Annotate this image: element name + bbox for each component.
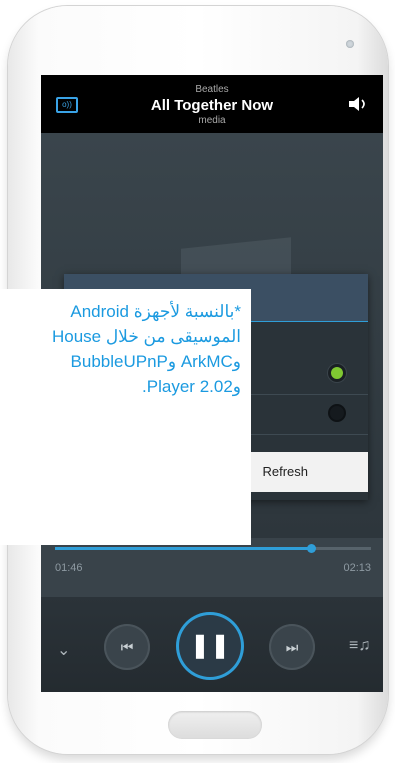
playlist-icon[interactable]: ≡♫ [349, 637, 370, 655]
next-icon: ⏭ [285, 639, 299, 655]
caption-line: الموسيقى من خلال House [51, 327, 241, 346]
previous-button[interactable]: ⏮ [104, 624, 150, 670]
front-camera [346, 40, 354, 48]
caption-overlay: *بالنسبة لأجهزة Android الموسيقى من خلال… [0, 289, 251, 545]
caption-line: وArkMC وBubbleUPnP [70, 352, 241, 371]
device-radio[interactable] [328, 404, 346, 422]
pause-icon: ❚❚ [189, 632, 231, 659]
playback-controls: ⌄ ⏮ ❚❚ ⏭ ≡♫ [41, 597, 383, 692]
elapsed-time: 01:46 [55, 562, 83, 574]
song-title: All Together Now [150, 97, 274, 114]
pause-button[interactable]: ❚❚ [176, 612, 244, 680]
device-radio-selected[interactable] [328, 364, 346, 382]
seek-bar[interactable] [55, 544, 371, 553]
seek-handle[interactable] [306, 544, 316, 553]
caption-line: وPlayer 2.02. [142, 377, 241, 396]
caption-text: *بالنسبة لأجهزة Android الموسيقى من خلال… [0, 299, 241, 399]
volume-icon[interactable] [347, 95, 369, 113]
previous-icon: ⏮ [120, 639, 134, 655]
media-source: media [198, 115, 226, 126]
next-button[interactable]: ⏭ [269, 624, 315, 670]
artist-name: Beatles [195, 84, 229, 95]
now-playing-header: o)) Beatles All Together Now media [41, 75, 383, 133]
home-button[interactable] [168, 711, 262, 739]
seek-progress [55, 547, 311, 550]
chevron-down-icon[interactable]: ⌄ [57, 640, 70, 660]
total-time: 02:13 [343, 562, 371, 574]
caption-line: *بالنسبة لأجهزة Android [70, 302, 241, 321]
